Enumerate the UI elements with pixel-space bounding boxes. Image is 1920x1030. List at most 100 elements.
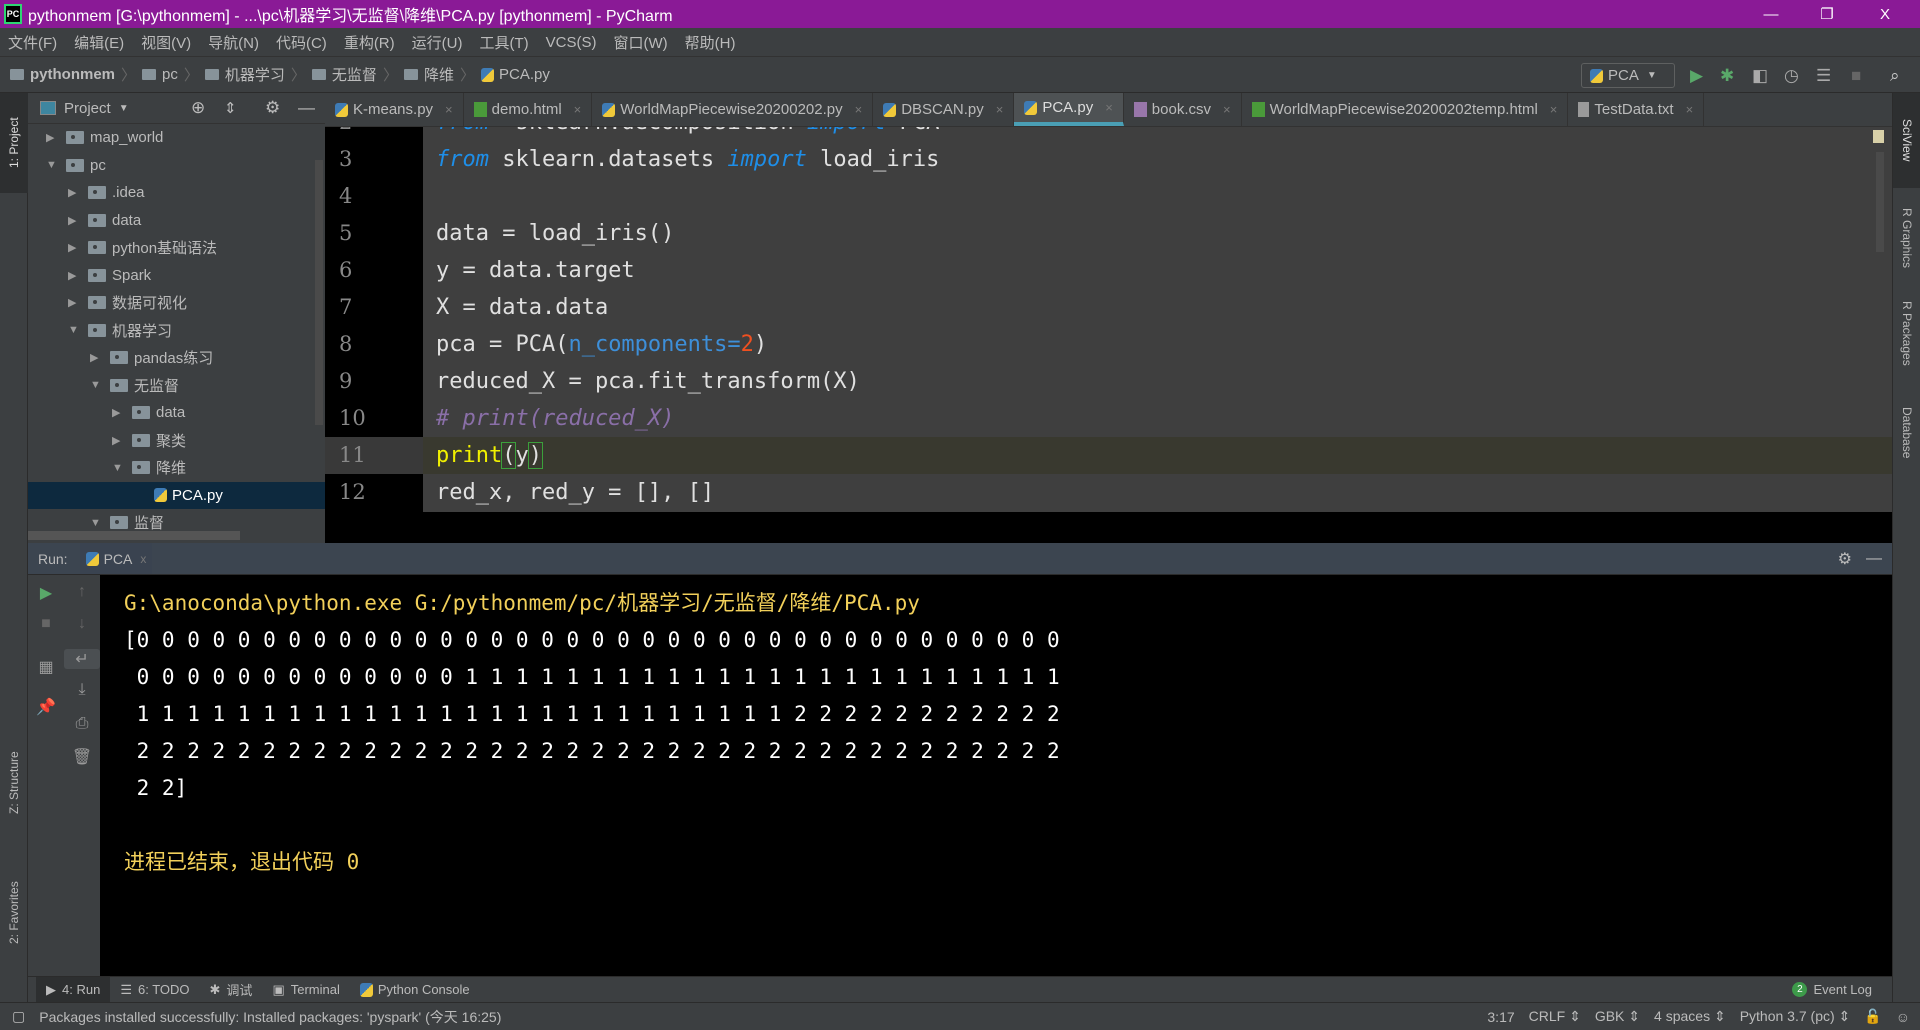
sciview-tool-tab[interactable]: SciView xyxy=(1893,93,1920,188)
collapsed-arrow-icon[interactable]: ▶ xyxy=(112,406,132,419)
close-button[interactable]: X xyxy=(1862,0,1908,28)
menu-item[interactable]: VCS(S) xyxy=(546,34,597,51)
breadcrumb-item[interactable]: 机器学习〉 xyxy=(204,64,306,85)
debug-tool-button[interactable]: ✱ 调试 xyxy=(200,977,263,1003)
rerun-icon[interactable]: ▶ xyxy=(28,583,64,603)
editor-tab[interactable]: DBSCAN.py × xyxy=(873,93,1015,126)
run-tab-pca[interactable]: PCA x xyxy=(79,543,153,574)
menu-item[interactable]: 重构(R) xyxy=(344,32,395,53)
profile-icon[interactable]: ◷ xyxy=(1784,66,1799,86)
tree-item[interactable]: ▶ data xyxy=(28,207,325,234)
menu-item[interactable]: 导航(N) xyxy=(208,32,259,53)
tree-item[interactable]: ▶ pandas练习 xyxy=(28,344,325,371)
event-log-button[interactable]: 2 Event Log xyxy=(1782,977,1882,1003)
menu-item[interactable]: 工具(T) xyxy=(479,32,528,53)
gear-icon[interactable]: ⚙ xyxy=(265,98,280,118)
line-separator[interactable]: CRLF ⇕ xyxy=(1529,1008,1581,1025)
interpreter[interactable]: Python 3.7 (pc) ⇕ xyxy=(1740,1008,1851,1025)
close-tab-icon[interactable]: × xyxy=(1105,100,1113,115)
stop-icon[interactable]: ■ xyxy=(28,615,64,633)
trash-icon[interactable]: 🗑 xyxy=(64,747,100,767)
breadcrumb-item[interactable]: pythonmem 〉 xyxy=(10,64,136,85)
tree-item[interactable]: ▼ 无监督 xyxy=(28,372,325,399)
expanded-arrow-icon[interactable]: ▼ xyxy=(46,159,66,171)
scroll-to-end-icon[interactable]: ⤓ xyxy=(64,681,100,699)
close-tab-icon[interactable]: × xyxy=(574,102,582,117)
expanded-arrow-icon[interactable]: ▼ xyxy=(112,462,132,474)
project-tool-tab[interactable]: 1: Project xyxy=(0,93,28,193)
tree-item[interactable]: ▼ 机器学习 xyxy=(28,317,325,344)
run-icon[interactable]: ▶ xyxy=(1690,66,1703,86)
tree-item[interactable]: ▼ 降维 xyxy=(28,454,325,481)
editor-tab[interactable]: WorldMapPiecewise20200202temp.html × xyxy=(1242,93,1569,126)
minimize-button[interactable]: — xyxy=(1748,0,1794,28)
menu-item[interactable]: 窗口(W) xyxy=(613,32,667,53)
lock-icon[interactable]: 🔓 xyxy=(1864,1008,1881,1025)
editor-tab[interactable]: demo.html × xyxy=(464,93,593,126)
chevron-down-icon[interactable]: ▼ xyxy=(119,103,129,114)
breadcrumb-item[interactable]: PCA.py xyxy=(480,66,550,83)
caret-position[interactable]: 3:17 xyxy=(1487,1009,1514,1025)
database-tool-tab[interactable]: Database xyxy=(1893,393,1920,473)
editor-tab[interactable]: TestData.txt × xyxy=(1568,93,1705,126)
tree-item[interactable]: ▶ 聚类 xyxy=(28,427,325,454)
run-config-select[interactable]: PCA ▼ xyxy=(1581,63,1675,88)
close-tab-icon[interactable]: × xyxy=(855,102,863,117)
collapsed-arrow-icon[interactable]: ▶ xyxy=(68,269,88,282)
stop-icon[interactable]: ■ xyxy=(1851,66,1861,86)
collapsed-arrow-icon[interactable]: ▶ xyxy=(68,186,88,199)
editor-tab[interactable]: book.csv × xyxy=(1124,93,1242,126)
r-packages-tool-tab[interactable]: R Packages xyxy=(1893,293,1920,373)
editor-tab[interactable]: WorldMapPiecewise20200202.py × xyxy=(592,93,874,126)
editor-tab[interactable]: K-means.py × xyxy=(325,93,464,126)
breadcrumb-item[interactable]: 降维〉 xyxy=(403,64,475,85)
collapsed-arrow-icon[interactable]: ▶ xyxy=(68,214,88,227)
collapsed-arrow-icon[interactable]: ▶ xyxy=(68,241,88,254)
encoding[interactable]: GBK ⇕ xyxy=(1595,1008,1640,1025)
layout-icon[interactable]: ▦ xyxy=(28,657,64,677)
expanded-arrow-icon[interactable]: ▼ xyxy=(90,517,110,529)
close-tab-icon[interactable]: × xyxy=(996,102,1004,117)
tree-item[interactable]: PCA.py xyxy=(28,481,325,509)
vertical-scrollbar[interactable] xyxy=(315,160,323,425)
r-graphics-tool-tab[interactable]: R Graphics xyxy=(1893,198,1920,278)
tree-item[interactable]: ▶ Spark xyxy=(28,262,325,289)
pin-icon[interactable]: 📌 xyxy=(28,697,64,717)
menu-item[interactable]: 帮助(H) xyxy=(685,32,736,53)
close-icon[interactable]: x xyxy=(140,552,146,566)
terminal-tool-button[interactable]: ▣ Terminal xyxy=(262,977,349,1003)
collapsed-arrow-icon[interactable]: ▶ xyxy=(112,434,132,447)
expanded-arrow-icon[interactable]: ▼ xyxy=(68,324,88,336)
collapsed-arrow-icon[interactable]: ▶ xyxy=(68,296,88,309)
status-message[interactable]: Packages installed successfully: Install… xyxy=(39,1007,501,1027)
python-console-tool-button[interactable]: Python Console xyxy=(350,977,480,1003)
collapse-all-icon[interactable]: ⇕ xyxy=(224,99,237,117)
gear-icon[interactable]: ⚙ xyxy=(1838,549,1852,569)
todo-tool-button[interactable]: ☰ 6: TODO xyxy=(110,977,199,1003)
print-icon[interactable]: ⎙ xyxy=(64,715,100,733)
menu-item[interactable]: 视图(V) xyxy=(141,32,191,53)
collapsed-arrow-icon[interactable]: ▶ xyxy=(46,131,66,144)
code-editor[interactable]: 2 from sklearn.decomposition import PCA 3 f… xyxy=(325,127,1892,512)
down-arrow-icon[interactable]: ↓ xyxy=(64,615,100,633)
menu-item[interactable]: 运行(U) xyxy=(412,32,463,53)
favorites-tool-tab[interactable]: 2: Favorites xyxy=(0,863,28,963)
menu-item[interactable]: 编辑(E) xyxy=(74,32,124,53)
structure-tool-tab[interactable]: Z: Structure xyxy=(0,733,28,833)
indent[interactable]: 4 spaces ⇕ xyxy=(1654,1008,1726,1025)
run-tool-button[interactable]: ▶ 4: Run xyxy=(36,976,111,1003)
hide-icon[interactable]: — xyxy=(1866,550,1882,568)
close-tab-icon[interactable]: × xyxy=(1223,102,1231,117)
toggle-tool-windows-icon[interactable]: ▢ xyxy=(12,1008,25,1025)
editor-scrollbar[interactable] xyxy=(1876,152,1884,252)
locate-icon[interactable]: ⊕ xyxy=(191,98,205,118)
tree-item[interactable]: ▶ python基础语法 xyxy=(28,234,325,261)
inspector-icon[interactable]: ☺ xyxy=(1896,1009,1910,1025)
expanded-arrow-icon[interactable]: ▼ xyxy=(90,379,110,391)
tree-item[interactable]: ▶ map_world xyxy=(28,124,325,151)
concurrency-icon[interactable]: ☰ xyxy=(1816,66,1831,86)
debug-icon[interactable]: ✱ xyxy=(1720,66,1734,86)
up-arrow-icon[interactable]: ↑ xyxy=(64,583,100,601)
search-icon[interactable]: ⌕ xyxy=(1890,66,1900,86)
editor-tab[interactable]: PCA.py × xyxy=(1014,93,1124,126)
